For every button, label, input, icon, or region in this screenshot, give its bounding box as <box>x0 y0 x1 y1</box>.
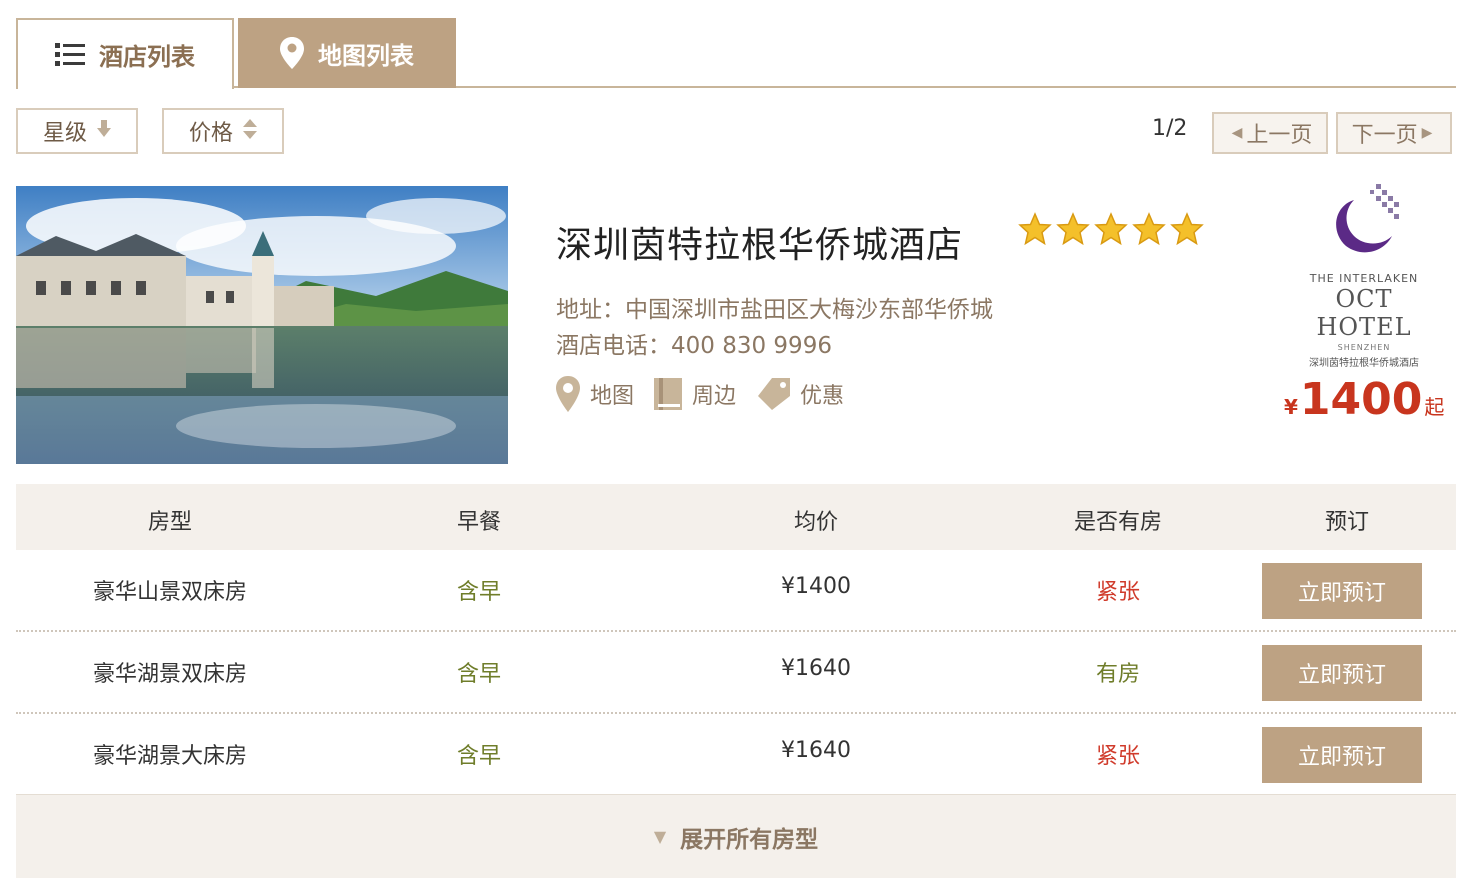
book-now-button[interactable]: 立即预订 <box>1262 645 1422 701</box>
list-icon <box>55 42 85 68</box>
price-suffix: 起 <box>1424 395 1445 419</box>
hotel-name[interactable]: 深圳茵特拉根华侨城酒店 <box>556 216 963 268</box>
tab-map-list-label: 地图列表 <box>318 41 414 70</box>
hotel-logo: THE INTERLAKEN OCT HOTEL SHENZHEN 深圳茵特拉根… <box>1288 180 1440 369</box>
book-now-button[interactable]: 立即预订 <box>1262 563 1422 619</box>
header-breakfast: 早餐 <box>456 510 501 535</box>
room-table: 房型 早餐 均价 是否有房 预订 豪华山景双床房 含早 ¥1400 紧张 立即预… <box>16 484 1456 783</box>
logo-line-3: SHENZHEN <box>1337 343 1391 352</box>
star-rating <box>1018 212 1204 246</box>
logo-line-1: THE INTERLAKEN <box>1309 272 1419 285</box>
logo-line-4: 深圳茵特拉根华侨城酒店 <box>1309 358 1419 369</box>
tab-hotel-list-label: 酒店列表 <box>99 43 195 71</box>
deals-link-label: 优惠 <box>800 384 845 409</box>
logo-line-2: OCT HOTEL <box>1316 285 1412 341</box>
nearby-link-label: 周边 <box>692 384 737 409</box>
table-header: 房型 早餐 均价 是否有房 预订 <box>16 484 1456 550</box>
room-price: ¥1640 <box>781 738 851 763</box>
table-row: 豪华湖景大床房 含早 ¥1640 紧张 立即预订 <box>16 714 1456 796</box>
header-availability: 是否有房 <box>1073 510 1162 535</box>
sort-by-price-label: 价格 <box>188 121 233 146</box>
triangle-down-icon: ▼ <box>653 827 667 846</box>
hotel-price: ¥ 1400 起 <box>1284 374 1444 425</box>
tab-hotel-list[interactable]: 酒店列表 <box>16 18 234 89</box>
next-page-label: 下一页 <box>1351 123 1418 148</box>
sort-updown-icon <box>243 119 257 143</box>
breakfast: 含早 <box>456 580 501 605</box>
logo-crescent-icon <box>1336 184 1399 253</box>
book-icon <box>654 378 683 410</box>
availability: 紧张 <box>1095 744 1140 769</box>
book-now-button[interactable]: 立即预订 <box>1262 727 1422 783</box>
room-price: ¥1640 <box>781 656 851 681</box>
triangle-left-icon: ◀ <box>1231 125 1243 141</box>
room-price: ¥1400 <box>781 574 851 599</box>
map-link[interactable]: 地图 <box>556 376 634 412</box>
table-row: 豪华山景双床房 含早 ¥1400 紧张 立即预订 <box>16 550 1456 632</box>
map-pin-icon <box>280 37 304 69</box>
map-link-label: 地图 <box>590 384 635 409</box>
availability: 有房 <box>1095 662 1140 687</box>
hotel-photo[interactable] <box>16 186 508 464</box>
room-type: 豪华湖景双床房 <box>92 662 247 687</box>
room-type: 豪华山景双床房 <box>92 580 247 605</box>
hotel-links: 地图 周边 优惠 <box>556 376 864 412</box>
sort-by-price-button[interactable]: 价格 <box>162 108 284 154</box>
star-icon <box>1018 212 1052 246</box>
star-icon <box>1132 212 1166 246</box>
star-icon <box>1094 212 1128 246</box>
expand-all-rooms-label: 展开所有房型 <box>680 826 819 853</box>
expand-all-rooms-button[interactable]: ▼ 展开所有房型 <box>16 794 1456 878</box>
map-pin-icon <box>556 376 580 412</box>
price-currency: ¥ <box>1284 395 1298 419</box>
star-icon <box>1056 212 1090 246</box>
breakfast: 含早 <box>456 662 501 687</box>
star-icon <box>1170 212 1204 246</box>
sort-by-star-button[interactable]: 星级 <box>16 108 138 154</box>
tag-icon <box>756 378 791 410</box>
prev-page-label: 上一页 <box>1246 123 1313 148</box>
hotel-address: 地址：中国深圳市盐田区大梅沙东部华侨城 <box>556 297 993 323</box>
hotel-phone: 酒店电话：400 830 9996 <box>556 333 832 359</box>
price-value: 1400 <box>1299 374 1423 425</box>
triangle-right-icon: ▶ <box>1421 125 1433 141</box>
page-indicator: 1/2 <box>1152 116 1188 141</box>
room-type: 豪华湖景大床房 <box>92 744 247 769</box>
availability: 紧张 <box>1095 580 1140 605</box>
nearby-link[interactable]: 周边 <box>654 378 736 410</box>
table-row: 豪华湖景双床房 含早 ¥1640 有房 立即预订 <box>16 632 1456 714</box>
view-tabs: 酒店列表 地图列表 <box>16 18 1456 89</box>
header-booking: 预订 <box>1324 510 1369 535</box>
sort-by-star-label: 星级 <box>42 121 87 146</box>
breakfast: 含早 <box>456 744 501 769</box>
header-avg-price: 均价 <box>793 510 838 535</box>
prev-page-button[interactable]: ◀ 上一页 <box>1212 112 1328 154</box>
deals-link[interactable]: 优惠 <box>756 378 844 410</box>
tab-map-list[interactable]: 地图列表 <box>238 18 456 88</box>
arrow-down-icon <box>97 120 111 142</box>
next-page-button[interactable]: 下一页 ▶ <box>1336 112 1452 154</box>
header-room-type: 房型 <box>147 510 192 535</box>
